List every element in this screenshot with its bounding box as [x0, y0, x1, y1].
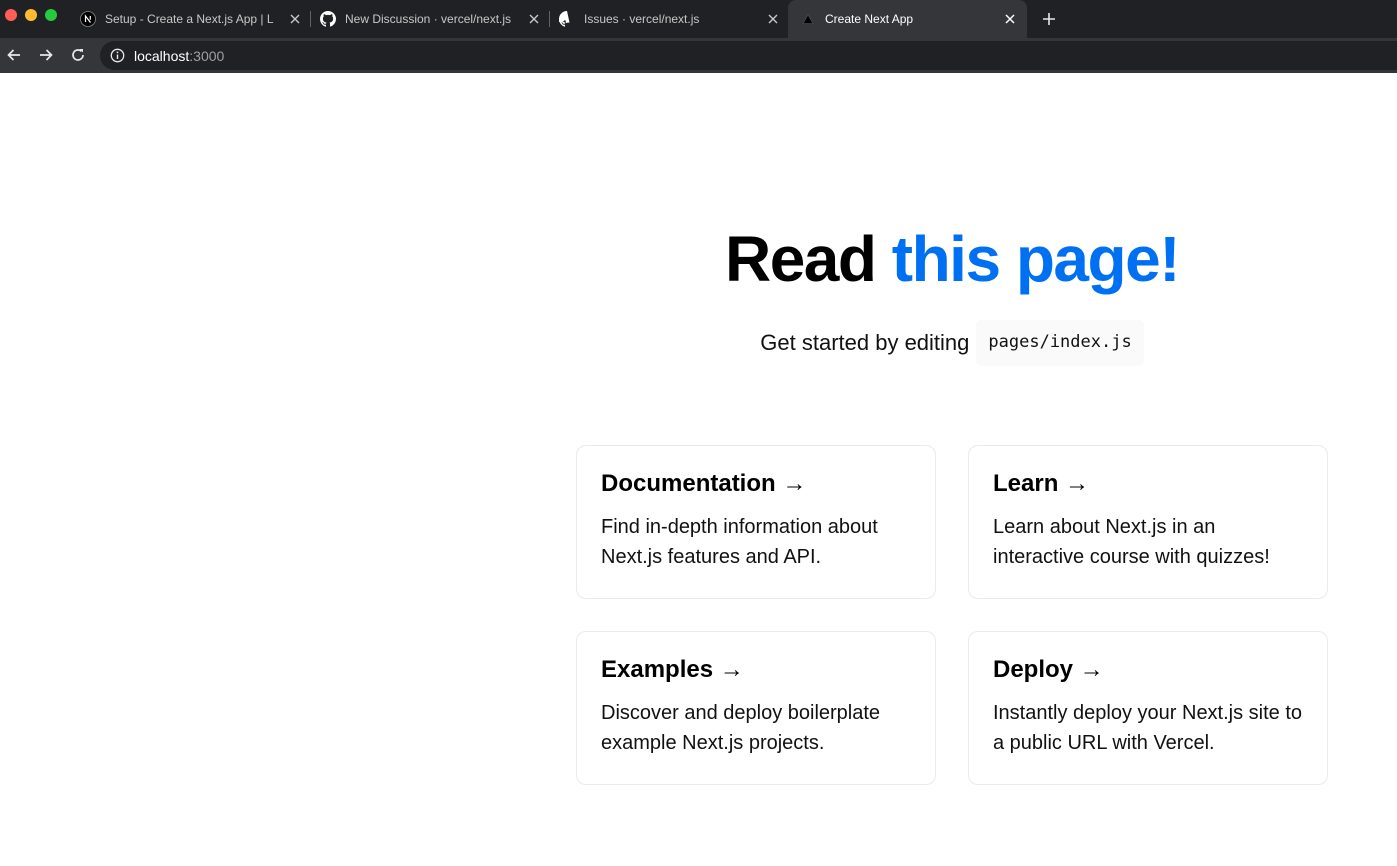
- github-logo-icon: [559, 11, 575, 27]
- tab-separator: [310, 11, 311, 27]
- card-text: Instantly deploy your Next.js site to a …: [993, 702, 1303, 754]
- browser-tab-issues[interactable]: Issues · vercel/next.js: [559, 0, 780, 38]
- nextjs-logo-icon: [80, 11, 96, 27]
- arrow-right-icon: [40, 49, 53, 61]
- vercel-triangle-icon: [800, 11, 816, 27]
- close-icon[interactable]: [288, 12, 302, 26]
- browser-tabstrip: Setup - Create a Next.js App | L New Dis…: [0, 0, 1397, 38]
- card-title: Deploy →: [993, 656, 1104, 683]
- github-logo-icon: [320, 11, 336, 27]
- tab-title: Issues · vercel/next.js: [584, 12, 700, 26]
- page-title-prefix: Read: [724, 223, 892, 295]
- description-code: pages/index.js: [976, 320, 1144, 366]
- browser-toolbar: localhost:3000: [0, 38, 1397, 73]
- card-text: Learn about Next.js in an interactive co…: [993, 516, 1270, 568]
- window-close-button[interactable]: [5, 9, 17, 21]
- forward-button[interactable]: [37, 46, 55, 64]
- page-title-link[interactable]: this page!: [892, 223, 1181, 295]
- close-icon[interactable]: [1003, 12, 1017, 26]
- close-icon[interactable]: [766, 12, 780, 26]
- card-learn[interactable]: Learn → Learn about Next.js in an intera…: [968, 445, 1328, 599]
- browser-tab-new-discussion[interactable]: New Discussion · vercel/next.js: [320, 0, 541, 38]
- info-icon[interactable]: [109, 48, 125, 64]
- browser-tab-create-next-app[interactable]: Create Next App: [788, 0, 1027, 38]
- tab-title: Setup - Create a Next.js App | L: [105, 12, 274, 26]
- plus-icon: [1043, 13, 1055, 25]
- page-description: Get started by editing pages/index.js: [577, 320, 1327, 366]
- tab-separator: [549, 11, 550, 27]
- card-title: Learn →: [993, 470, 1090, 497]
- arrow-left-icon: [7, 49, 20, 61]
- browser-tab-setup[interactable]: Setup - Create a Next.js App | L: [80, 0, 302, 38]
- card-deploy[interactable]: Deploy → Instantly deploy your Next.js s…: [968, 631, 1328, 785]
- card-text: Find in-depth information about Next.js …: [601, 516, 878, 568]
- card-title: Examples →: [601, 656, 744, 683]
- page-title: Read this page!: [577, 223, 1327, 297]
- page-content: Read this page! Get started by editing p…: [0, 73, 1397, 866]
- description-text: Get started by editing: [760, 330, 970, 356]
- card-text: Discover and deploy boilerplate example …: [601, 702, 881, 754]
- window-minimize-button[interactable]: [25, 9, 37, 21]
- tab-title: New Discussion · vercel/next.js: [345, 12, 512, 26]
- new-tab-button[interactable]: [1040, 10, 1058, 28]
- card-examples[interactable]: Examples → Discover and deploy boilerpla…: [576, 631, 936, 785]
- address-bar[interactable]: localhost:3000: [100, 41, 1397, 70]
- reload-button[interactable]: [69, 46, 87, 64]
- url-port: :3000: [189, 47, 225, 64]
- close-icon[interactable]: [527, 12, 541, 26]
- back-button[interactable]: [5, 46, 23, 64]
- tab-title: Create Next App: [825, 12, 914, 26]
- window-maximize-button[interactable]: [45, 9, 57, 21]
- card-documentation[interactable]: Documentation → Find in-depth informatio…: [576, 445, 936, 599]
- url-host: localhost: [134, 47, 190, 64]
- card-title: Documentation →: [601, 470, 807, 497]
- reload-icon: [72, 49, 84, 61]
